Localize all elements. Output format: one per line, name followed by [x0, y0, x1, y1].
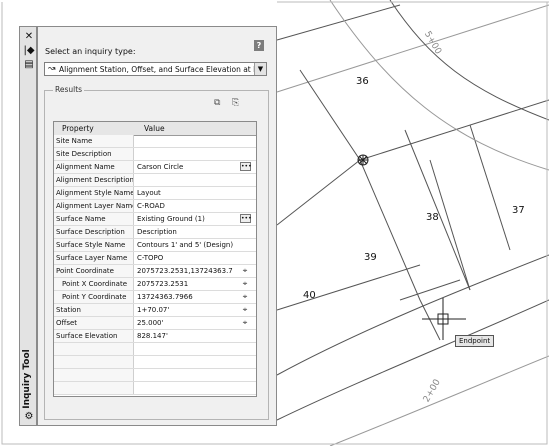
inquiry-tool-icon: ⚙ — [24, 411, 34, 422]
table-row[interactable]: Site Description — [54, 148, 256, 161]
results-grid: Property Value Site Name Site Description… — [53, 121, 257, 397]
table-row[interactable] — [54, 369, 256, 382]
property-cell: Site Description — [54, 148, 134, 160]
value-cell[interactable] — [135, 343, 239, 355]
survey-point-marker — [357, 154, 369, 166]
inquiry-tool-palette: ✕ |◆ ▤ Inquiry Tool ⚙ ? Select an inquir… — [19, 26, 277, 426]
crosshair-cursor — [422, 298, 466, 340]
alignment-icon: ↝ — [48, 64, 56, 74]
inquiry-type-label: Select an inquiry type: — [45, 47, 136, 56]
parcel-label-40: 40 — [303, 290, 316, 301]
value-cell[interactable]: Description — [135, 226, 239, 238]
value-cell[interactable]: 13724363.7966 — [135, 291, 239, 303]
value-cell[interactable]: 25.000' — [135, 317, 239, 329]
table-row[interactable]: Alignment Description — [54, 174, 256, 187]
chevron-down-icon[interactable]: ▼ — [254, 63, 266, 75]
pick-point-icon[interactable]: ⌖ — [240, 266, 250, 276]
value-cell[interactable]: C-ROAD — [135, 200, 239, 212]
column-header-value[interactable]: Value — [144, 122, 165, 135]
property-cell — [54, 343, 134, 355]
auto-hide-icon[interactable]: |◆ — [23, 45, 35, 56]
table-row[interactable]: Surface Style Name Contours 1' and 5' (De… — [54, 239, 256, 252]
value-cell[interactable] — [135, 356, 239, 368]
results-title: Results — [53, 85, 85, 94]
property-cell: Alignment Name — [54, 161, 134, 173]
grid-header: Property Value — [54, 122, 256, 136]
value-cell[interactable]: 1+70.07' — [135, 304, 239, 316]
endpoint-snap-tooltip: Endpoint — [455, 335, 495, 347]
property-cell: Station — [54, 304, 134, 316]
paste-icon[interactable]: ⎘ — [232, 99, 243, 108]
help-icon[interactable]: ? — [254, 40, 264, 51]
table-row[interactable]: Station 1+70.07' ⌖ — [54, 304, 256, 317]
value-cell[interactable]: Carson Circle — [135, 161, 239, 173]
value-cell[interactable]: 828.147' — [135, 330, 239, 342]
inquiry-type-select[interactable]: ↝ Alignment Station, Offset, and Surface… — [44, 62, 267, 76]
parcel-label-38: 38 — [426, 212, 439, 223]
property-cell — [54, 369, 134, 381]
browse-button[interactable]: ••• — [240, 162, 252, 171]
property-cell: Site Name — [54, 135, 134, 147]
parcel-label-39: 39 — [364, 252, 377, 263]
property-cell: Alignment Style Name — [54, 187, 134, 199]
properties-icon[interactable]: ▤ — [23, 59, 35, 70]
table-row[interactable] — [54, 356, 256, 369]
value-cell[interactable] — [135, 148, 239, 160]
table-row[interactable]: Surface Description Description — [54, 226, 256, 239]
inquiry-type-value: Alignment Station, Offset, and Surface E… — [59, 65, 254, 74]
property-cell — [54, 382, 134, 394]
parcel-label-37: 37 — [512, 205, 525, 216]
table-row[interactable]: Alignment Style Name Layout — [54, 187, 256, 200]
pick-point-icon[interactable]: ⌖ — [240, 292, 250, 302]
property-cell: Point Y Coordinate — [54, 291, 134, 303]
table-row[interactable]: Alignment Layer Name C-ROAD — [54, 200, 256, 213]
property-cell: Point X Coordinate — [54, 278, 134, 290]
table-row[interactable]: Alignment Name Carson Circle ••• — [54, 161, 256, 174]
property-cell: Alignment Description — [54, 174, 134, 186]
value-cell[interactable]: 2075723.2531 — [135, 278, 239, 290]
table-row[interactable]: Surface Name Existing Ground (1) ••• — [54, 213, 256, 226]
close-icon[interactable]: ✕ — [23, 31, 35, 42]
grid-rows: Site Name Site Description Alignment Name C… — [54, 135, 256, 395]
value-cell[interactable]: Existing Ground (1) — [135, 213, 239, 225]
value-cell[interactable]: Layout — [135, 187, 239, 199]
value-cell[interactable] — [135, 382, 239, 394]
property-cell — [54, 356, 134, 368]
table-row[interactable]: Point Coordinate 2075723.2531,13724363.7 ⌖ — [54, 265, 256, 278]
parcel-label-36: 36 — [356, 76, 369, 87]
palette-title-strip[interactable]: ✕ |◆ ▤ Inquiry Tool ⚙ — [19, 26, 37, 426]
property-cell: Surface Name — [54, 213, 134, 225]
table-row[interactable] — [54, 382, 256, 395]
value-cell[interactable] — [135, 135, 239, 147]
results-group: Results ⧉ ⎘ Property Value Site Name Site… — [44, 85, 269, 420]
table-row[interactable]: Site Name — [54, 135, 256, 148]
table-row[interactable]: Offset 25.000' ⌖ — [54, 317, 256, 330]
value-cell[interactable]: 2075723.2531,13724363.7 — [135, 265, 239, 277]
column-header-property[interactable]: Property — [62, 122, 94, 135]
property-cell: Alignment Layer Name — [54, 200, 134, 212]
pick-point-icon[interactable]: ⌖ — [240, 318, 250, 328]
property-cell: Surface Elevation — [54, 330, 134, 342]
property-cell: Surface Style Name — [54, 239, 134, 251]
value-cell[interactable]: C-TOPO — [135, 252, 239, 264]
property-cell: Offset — [54, 317, 134, 329]
copy-icon[interactable]: ⧉ — [214, 99, 225, 108]
value-cell[interactable]: Contours 1' and 5' (Design) — [135, 239, 239, 251]
palette-title: Inquiry Tool — [22, 349, 32, 409]
inquiry-panel: ? Select an inquiry type: ↝ Alignment St… — [37, 26, 277, 426]
pick-point-icon[interactable]: ⌖ — [240, 305, 250, 315]
property-cell: Point Coordinate — [54, 265, 134, 277]
property-cell: Surface Layer Name — [54, 252, 134, 264]
table-row[interactable]: Point Y Coordinate 13724363.7966 ⌖ — [54, 291, 256, 304]
table-row[interactable]: Point X Coordinate 2075723.2531 ⌖ — [54, 278, 256, 291]
pick-point-icon[interactable]: ⌖ — [240, 279, 250, 289]
value-cell[interactable] — [135, 369, 239, 381]
value-cell[interactable] — [135, 174, 239, 186]
table-row[interactable]: Surface Elevation 828.147' — [54, 330, 256, 343]
table-row[interactable] — [54, 343, 256, 356]
table-row[interactable]: Surface Layer Name C-TOPO — [54, 252, 256, 265]
browse-button[interactable]: ••• — [240, 214, 252, 223]
property-cell: Surface Description — [54, 226, 134, 238]
